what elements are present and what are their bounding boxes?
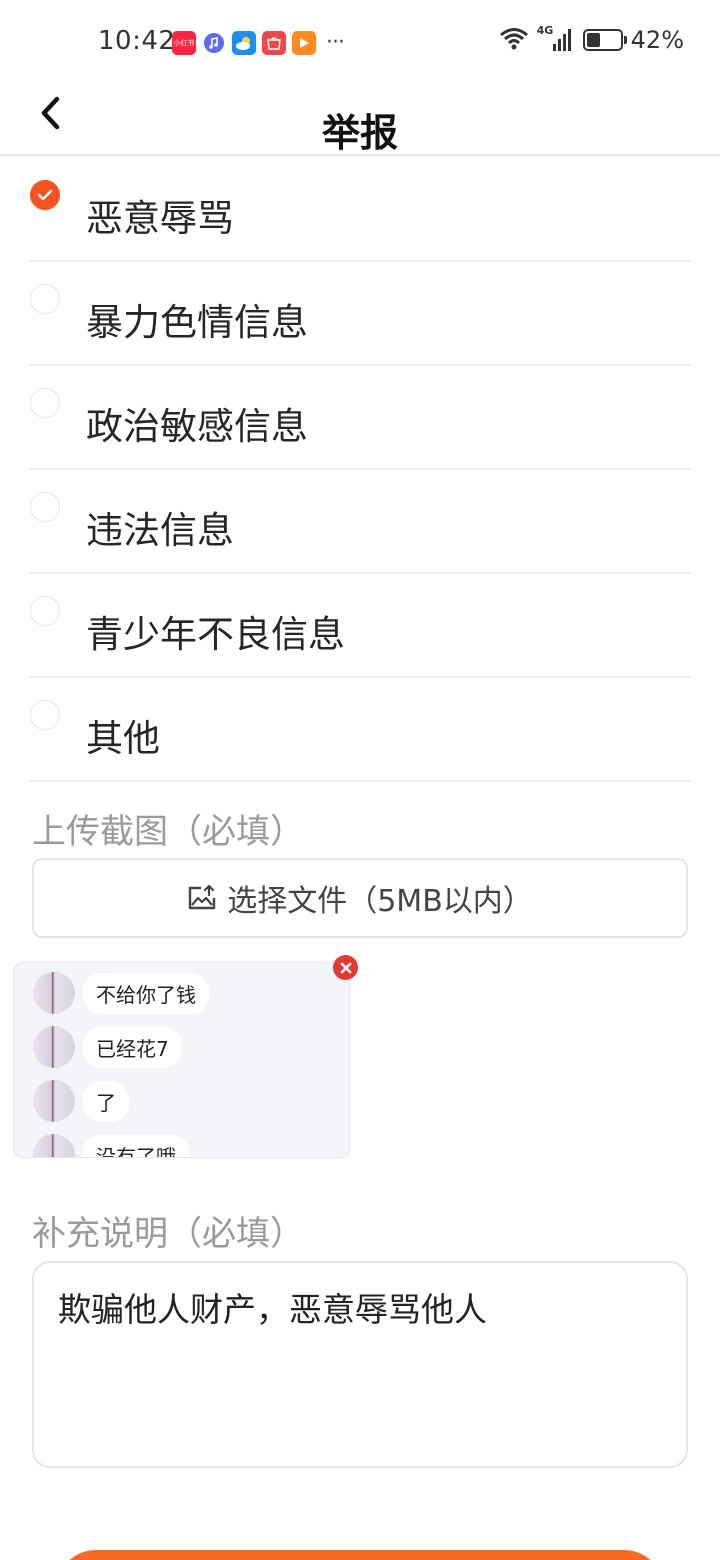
page-title: 举报: [321, 111, 398, 155]
reason-option-label: 其他: [86, 717, 160, 760]
avatar: [33, 1134, 75, 1157]
reason-option-illegal[interactable]: 违法信息: [30, 470, 690, 574]
reason-option-youth-harmful[interactable]: 青少年不良信息: [30, 574, 690, 678]
chat-bubble: 已经花7: [83, 1026, 182, 1068]
close-icon: [340, 962, 351, 973]
note-section-label: 补充说明（必填）: [32, 1214, 304, 1254]
more-notifications-icon: ···: [326, 30, 345, 55]
image-upload-icon: [189, 885, 216, 910]
note-textarea[interactable]: 欺骗他人财产，恶意辱骂他人: [32, 1261, 688, 1468]
choose-file-label: 选择文件（5MB以内）: [227, 884, 533, 919]
avatar: [33, 972, 75, 1014]
avatar: [33, 1080, 75, 1122]
weather-icon: [232, 30, 256, 55]
chat-bubble: 没有了哦: [83, 1134, 189, 1157]
choose-file-button[interactable]: 选择文件（5MB以内）: [32, 858, 688, 938]
music-icon: [202, 30, 226, 55]
page-header: 举报: [0, 84, 720, 156]
radio-unchecked-icon[interactable]: [30, 492, 60, 522]
reason-option-label: 暴力色情信息: [86, 301, 308, 344]
reason-option-label: 青少年不良信息: [86, 613, 345, 656]
status-bar: 10:42 小红书 ··· 4G 42%: [0, 0, 720, 84]
uploaded-screenshot-thumbnail[interactable]: 不给你了钱 已经花7 了 没有了哦: [14, 962, 350, 1158]
remove-screenshot-button[interactable]: [333, 955, 358, 980]
chat-bubble: 不给你了钱: [83, 972, 209, 1014]
reason-option-political[interactable]: 政治敏感信息: [30, 366, 690, 470]
chat-bubble: 了: [83, 1080, 129, 1122]
radio-unchecked-icon[interactable]: [30, 284, 60, 314]
upload-section-label: 上传截图（必填）: [32, 812, 304, 852]
video-icon: [292, 30, 316, 55]
reason-option-label: 违法信息: [86, 509, 234, 552]
reason-option-other[interactable]: 其他: [30, 678, 690, 782]
notification-icons: 小红书 ···: [172, 30, 345, 55]
status-time: 10:42: [98, 26, 176, 56]
wifi-icon: [499, 26, 529, 54]
radio-unchecked-icon[interactable]: [30, 388, 60, 418]
chat-message: 已经花7: [33, 1025, 182, 1069]
avatar: [33, 1026, 75, 1068]
chat-message: 了: [33, 1079, 129, 1123]
reason-option-abuse[interactable]: 恶意辱骂: [30, 158, 690, 262]
reason-option-label: 政治敏感信息: [86, 405, 308, 448]
battery-percent: 42%: [630, 26, 684, 54]
radio-unchecked-icon[interactable]: [30, 700, 60, 730]
radio-unchecked-icon[interactable]: [30, 596, 60, 626]
chat-message: 不给你了钱: [33, 971, 209, 1015]
chat-message: 没有了哦: [33, 1133, 189, 1157]
reason-option-violence-porn[interactable]: 暴力色情信息: [30, 262, 690, 366]
reason-option-label: 恶意辱骂: [86, 197, 234, 240]
system-status: 4G 42%: [499, 24, 684, 54]
battery-icon: [582, 29, 627, 51]
shop-icon: [262, 30, 286, 55]
submit-button[interactable]: [56, 1550, 664, 1560]
xiaohongshu-icon: 小红书: [172, 30, 196, 55]
cellular-signal-icon: 4G: [537, 24, 575, 53]
radio-checked-icon[interactable]: [30, 180, 60, 210]
